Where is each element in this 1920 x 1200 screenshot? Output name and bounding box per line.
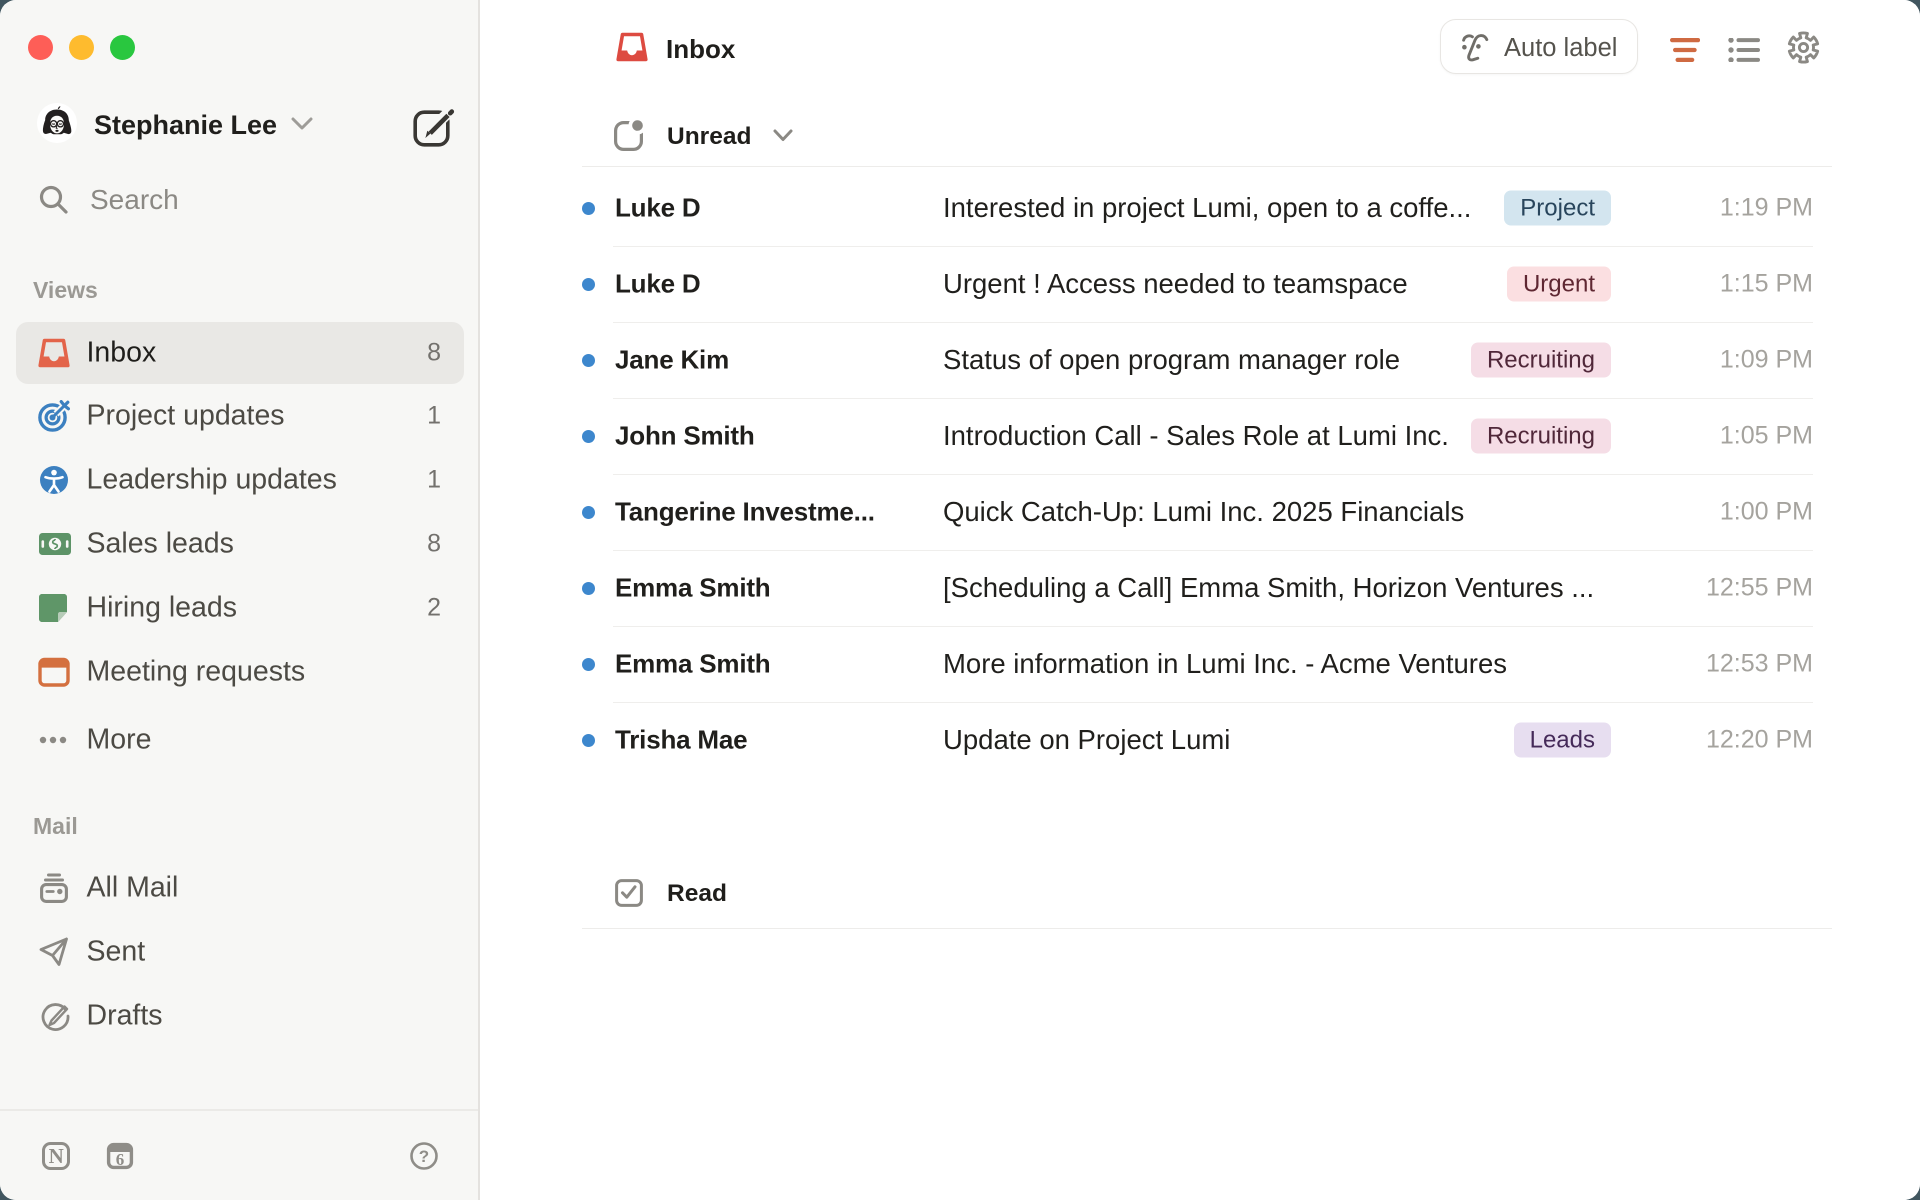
svg-text:?: ?	[419, 1147, 429, 1166]
svg-text:N: N	[49, 1144, 64, 1168]
svg-text:6: 6	[116, 1150, 125, 1169]
